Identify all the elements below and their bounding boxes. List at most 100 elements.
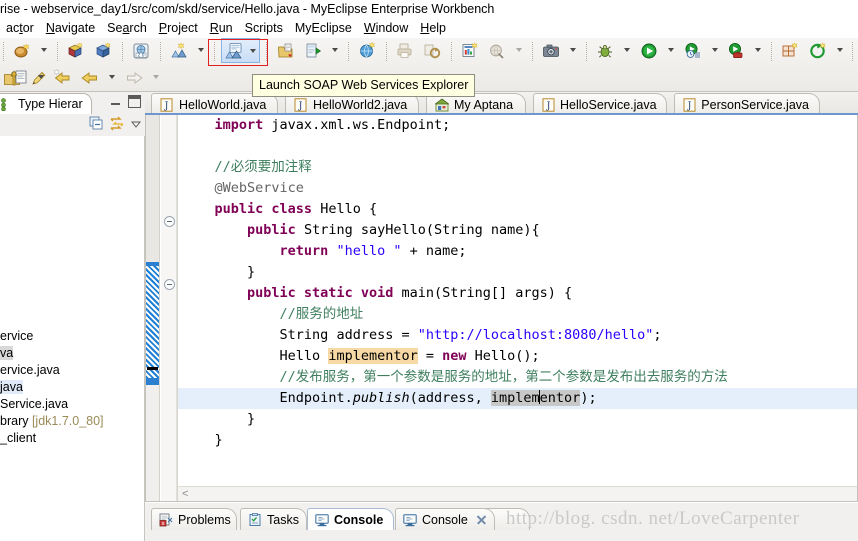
back-to-previous-button[interactable] <box>51 66 75 90</box>
bottom-tab-console[interactable]: Console <box>395 508 495 530</box>
menu-scripts[interactable]: Scripts <box>239 18 289 38</box>
menu-help[interactable]: Help <box>414 18 452 38</box>
tree-item[interactable]: _client <box>0 430 144 447</box>
run-button[interactable] <box>637 39 661 63</box>
run-dropdown[interactable] <box>664 38 677 62</box>
code-line[interactable]: } <box>178 409 857 430</box>
editor-horizontal-scrollbar[interactable]: < <box>178 486 857 501</box>
launch-soap-explorer-button[interactable] <box>222 39 246 63</box>
snapshot-button[interactable] <box>539 39 563 63</box>
menu-window[interactable]: Window <box>358 18 414 38</box>
menu-navigate[interactable]: Navigate <box>40 18 101 38</box>
toggle-mark-occurrences-dropdown[interactable] <box>35 65 48 89</box>
editor-tab-label: HelloWorld.java <box>179 97 267 112</box>
folding-ruler[interactable] <box>161 115 177 501</box>
tree-item-label: brary <box>0 414 32 428</box>
window-title: rise - webservice_day1/src/com/skd/servi… <box>0 0 858 18</box>
code-line[interactable]: } <box>178 262 857 283</box>
code-token: import <box>214 117 264 133</box>
menu-myeclipse[interactable]: MyEclipse <box>289 18 358 38</box>
new-project-button[interactable] <box>92 39 116 63</box>
tree-item-label: Service.java <box>0 397 69 411</box>
code-line[interactable]: String address = "http://localhost:8080/… <box>178 325 857 346</box>
tree-item[interactable]: ervice <box>0 328 144 345</box>
code-line[interactable] <box>178 136 857 157</box>
java-editor[interactable]: import javax.xml.ws.Endpoint; //必须要加注释 @… <box>145 115 858 502</box>
run-web-service-button[interactable] <box>167 39 191 63</box>
type-hierarchy-tree[interactable]: ervice va ervice.java java Service.java brary… <box>0 136 145 541</box>
code-line[interactable]: public String sayHello(String name){ <box>178 220 857 241</box>
menu-search[interactable]: Search <box>101 18 153 38</box>
run-history-dropdown[interactable] <box>708 38 721 62</box>
code-line[interactable]: //发布服务，第一个参数是服务的地址，第二个参数是发布出去服务的方法 <box>178 367 857 388</box>
menu-run[interactable]: Run <box>204 18 239 38</box>
forward-dropdown[interactable] <box>149 65 162 89</box>
snapshot-dropdown[interactable] <box>567 38 580 62</box>
tree-item[interactable]: java <box>0 379 144 396</box>
code-token: entor <box>539 390 581 406</box>
java-file-icon: J <box>294 97 308 112</box>
tree-item[interactable]: va <box>0 345 144 362</box>
bottom-tab-problems[interactable]: x Problems <box>151 508 237 530</box>
back-dropdown[interactable] <box>106 65 119 89</box>
deploy-j2ee-button[interactable]: 2.0 <box>129 39 153 63</box>
toggle-mark-occurrences-button[interactable] <box>7 66 31 90</box>
scroll-left-label[interactable]: < <box>182 488 188 501</box>
menu-project[interactable]: Project <box>153 18 204 38</box>
open-type-dropdown[interactable] <box>833 38 846 62</box>
tab-type-hierarchy[interactable]: Type Hierar <box>0 93 92 114</box>
run-external-tools-dropdown[interactable] <box>752 38 765 62</box>
code-line[interactable]: //必须要加注释 <box>178 157 857 178</box>
code-line[interactable]: public static void main(String[] args) { <box>178 283 857 304</box>
code-content[interactable]: import javax.xml.ws.Endpoint; //必须要加注释 @… <box>178 115 857 451</box>
code-line[interactable]: @WebService <box>178 178 857 199</box>
search-web-dropdown[interactable] <box>513 38 526 62</box>
debug-dropdown[interactable] <box>621 38 634 62</box>
close-icon[interactable] <box>476 514 485 525</box>
code-line[interactable]: } <box>178 430 857 451</box>
import-button[interactable] <box>274 39 298 63</box>
open-browser-button[interactable] <box>355 39 379 63</box>
run-history-button[interactable] <box>681 39 705 63</box>
launch-soap-explorer-dropdown[interactable] <box>246 39 259 63</box>
code-line[interactable]: //服务的地址 <box>178 304 857 325</box>
minimize-icon[interactable] <box>109 95 122 108</box>
code-line[interactable]: return "hello " + name; <box>178 241 857 262</box>
fold-marker[interactable] <box>164 279 175 290</box>
new-wizard-button[interactable] <box>10 39 34 63</box>
new-ejb-project-button[interactable] <box>64 39 88 63</box>
tree-item[interactable]: Service.java <box>0 396 144 413</box>
editor-tab-personservice-java[interactable]: J PersonService.java <box>674 93 820 115</box>
debug-button[interactable] <box>593 39 617 63</box>
editor-tab-label: PersonService.java <box>701 97 809 112</box>
code-scroll-area[interactable]: import javax.xml.ws.Endpoint; //必须要加注释 @… <box>178 115 857 501</box>
new-report-button[interactable] <box>458 39 482 63</box>
layout-toggle-icon[interactable] <box>109 116 125 131</box>
tree-item[interactable]: ervice.java <box>0 362 144 379</box>
maximize-icon[interactable] <box>128 95 141 108</box>
bottom-tab-console[interactable]: Console <box>307 508 394 530</box>
code-line[interactable]: Endpoint.publish(address, implementor); <box>178 388 857 409</box>
new-wizard-dropdown[interactable] <box>38 38 51 62</box>
fold-marker[interactable] <box>164 216 175 227</box>
export-dropdown[interactable] <box>329 38 342 62</box>
editor-tab-helloservice-java[interactable]: J HelloService.java <box>533 93 667 115</box>
menu-actor[interactable]: actor <box>0 18 40 38</box>
tree-item[interactable]: brary [jdk1.7.0_80] <box>0 413 144 430</box>
editor-tab-label: My Aptana <box>454 97 514 112</box>
new-window-button[interactable] <box>778 39 802 63</box>
open-type-button[interactable] <box>806 39 830 63</box>
run-external-tools-button[interactable] <box>724 39 748 63</box>
launch-soap-explorer-group[interactable] <box>221 38 261 63</box>
run-web-service-dropdown[interactable] <box>194 38 207 62</box>
collapse-all-icon[interactable] <box>89 116 104 131</box>
code-line[interactable]: public class Hello { <box>178 199 857 220</box>
java-file-icon: J <box>683 97 696 112</box>
bottom-tab-tasks[interactable]: Tasks <box>240 508 307 530</box>
code-line[interactable]: Hello implementor = new Hello(); <box>178 346 857 367</box>
chevron-down-icon[interactable] <box>130 118 142 130</box>
back-button[interactable] <box>78 66 102 90</box>
export-button[interactable] <box>301 39 325 63</box>
code-line[interactable]: import javax.xml.ws.Endpoint; <box>178 115 857 136</box>
annotation-ruler[interactable] <box>146 115 160 501</box>
